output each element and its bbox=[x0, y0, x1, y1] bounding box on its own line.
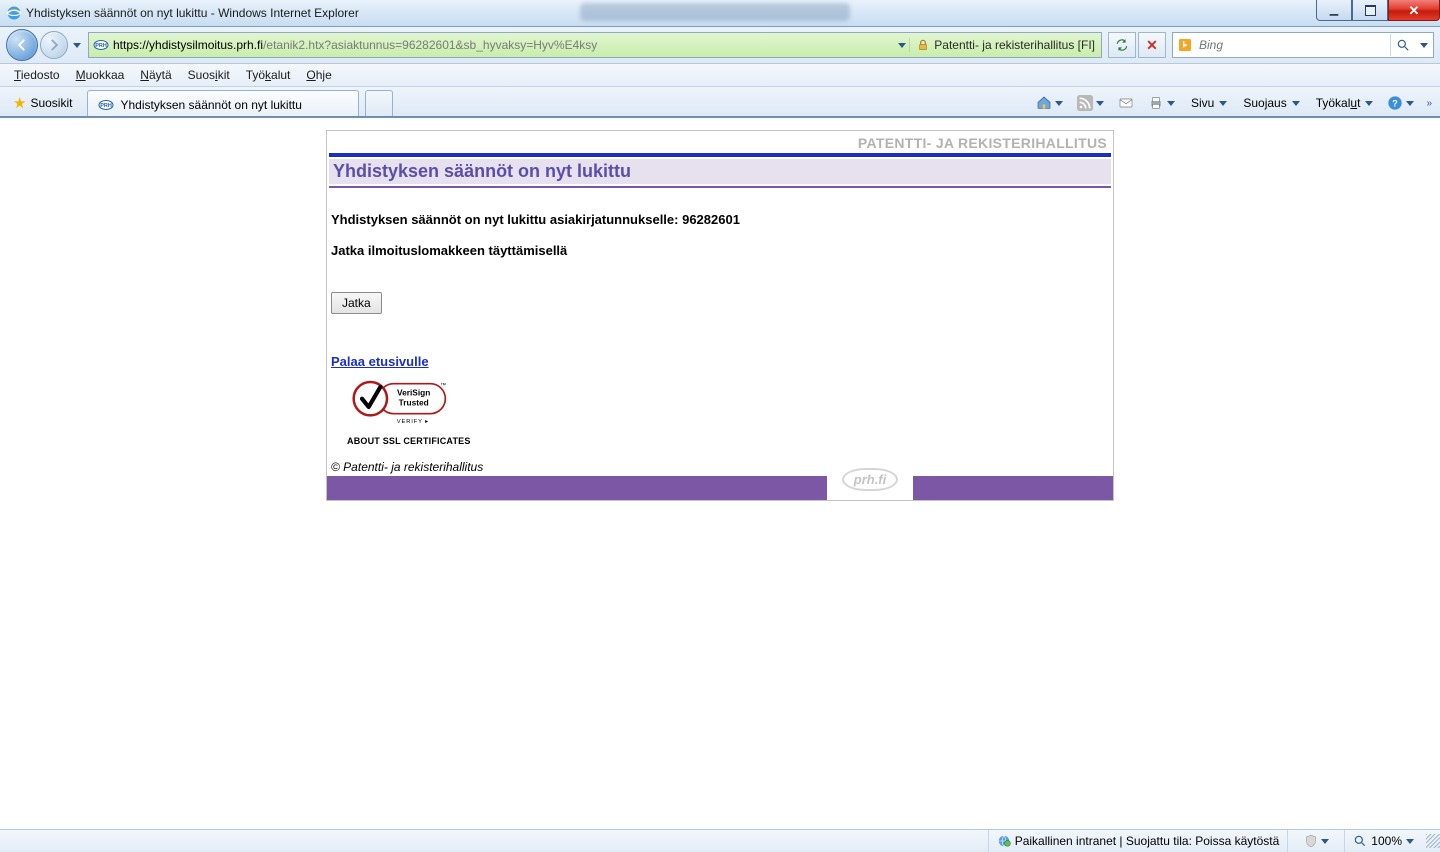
search-input[interactable] bbox=[1197, 37, 1390, 53]
mail-icon bbox=[1118, 95, 1134, 111]
new-tab-button[interactable] bbox=[365, 90, 393, 119]
rss-icon bbox=[1077, 95, 1093, 111]
svg-text:PRH: PRH bbox=[101, 103, 113, 109]
locked-message: Yhdistyksen säännöt on nyt lukittu asiak… bbox=[331, 212, 1109, 229]
org-header: PATENTTI- JA REKISTERIHALLITUS bbox=[327, 131, 1113, 153]
protected-mode-dropdown[interactable] bbox=[1287, 830, 1344, 852]
intranet-icon bbox=[997, 834, 1011, 848]
ie-icon bbox=[6, 5, 22, 21]
blue-rule bbox=[329, 153, 1111, 157]
menu-edit[interactable]: Muokkaa bbox=[68, 66, 133, 84]
status-bar: Paikallinen intranet | Suojattu tila: Po… bbox=[0, 829, 1440, 852]
back-home-link[interactable]: Palaa etusivulle bbox=[331, 354, 429, 369]
svg-text:VERIFY ▸: VERIFY ▸ bbox=[397, 419, 429, 425]
purple-rule bbox=[329, 186, 1111, 188]
verisign-seal[interactable]: VeriSign Trusted VERIFY ▸ ™ bbox=[347, 375, 1109, 432]
toolbar-overflow[interactable]: » bbox=[1422, 98, 1436, 109]
forward-button[interactable] bbox=[40, 31, 68, 59]
back-button[interactable] bbox=[6, 29, 38, 61]
close-button[interactable]: ✕ bbox=[1388, 0, 1440, 21]
read-mail-button[interactable] bbox=[1112, 91, 1140, 115]
minimize-button[interactable]: ▁ bbox=[1316, 0, 1352, 21]
search-bar[interactable] bbox=[1172, 32, 1434, 58]
page-menu[interactable]: Sivu bbox=[1183, 92, 1233, 114]
help-button[interactable]: ? bbox=[1381, 91, 1420, 115]
stop-button[interactable]: ✕ bbox=[1138, 32, 1166, 58]
site-favicon: PRH bbox=[93, 37, 109, 53]
svg-text:PRH: PRH bbox=[95, 43, 107, 49]
refresh-button[interactable] bbox=[1108, 32, 1136, 58]
menu-view[interactable]: Näytä bbox=[132, 66, 179, 84]
zoom-control[interactable]: 100% bbox=[1344, 830, 1422, 852]
ssl-caption[interactable]: ABOUT SSL CERTIFICATES bbox=[347, 436, 1109, 446]
content-card: PATENTTI- JA REKISTERIHALLITUS Yhdistyks… bbox=[326, 130, 1114, 501]
search-provider-dropdown[interactable] bbox=[1415, 43, 1433, 48]
zoom-value: 100% bbox=[1371, 834, 1402, 848]
menu-favorites[interactable]: Suosikit bbox=[180, 66, 238, 84]
svg-text:Trusted: Trusted bbox=[399, 397, 429, 407]
menu-file[interactable]: Tiedosto bbox=[6, 66, 68, 84]
nav-history-dropdown[interactable] bbox=[70, 43, 84, 48]
tools-menu[interactable]: Työkalut bbox=[1308, 92, 1380, 114]
url-dropdown[interactable] bbox=[895, 43, 909, 48]
address-row: PRH https://yhdistysilmoitus.prh.fi/etan… bbox=[0, 27, 1440, 64]
continue-message: Jatka ilmoituslomakkeen täyttämisellä bbox=[331, 243, 1109, 260]
search-go-button[interactable] bbox=[1390, 34, 1415, 56]
address-bar[interactable]: PRH https://yhdistysilmoitus.prh.fi/etan… bbox=[88, 32, 1102, 58]
home-icon bbox=[1036, 95, 1052, 111]
menu-tools[interactable]: Työkalut bbox=[238, 66, 299, 84]
tab-active[interactable]: PRH Yhdistyksen säännöt on nyt lukittu bbox=[87, 90, 359, 119]
svg-text:VeriSign: VeriSign bbox=[397, 387, 430, 397]
safety-menu[interactable]: Suojaus bbox=[1235, 92, 1305, 114]
security-zone[interactable]: Paikallinen intranet | Suojattu tila: Po… bbox=[988, 830, 1288, 852]
zone-text: Paikallinen intranet | Suojattu tila: Po… bbox=[1015, 834, 1280, 848]
favorites-button[interactable]: ★ Suosikit bbox=[4, 90, 81, 116]
continue-button[interactable]: Jatka bbox=[331, 292, 382, 314]
favorites-label: Suosikit bbox=[30, 96, 72, 110]
home-button[interactable] bbox=[1030, 91, 1069, 115]
star-icon: ★ bbox=[13, 94, 26, 112]
window-title: Yhdistyksen säännöt on nyt lukittu - Win… bbox=[26, 6, 359, 20]
url-text: https://yhdistysilmoitus.prh.fi/etanik2.… bbox=[113, 38, 895, 52]
shield-off-icon bbox=[1304, 834, 1318, 848]
bing-icon bbox=[1177, 37, 1193, 53]
feeds-button[interactable] bbox=[1071, 91, 1110, 115]
window-titlebar: Yhdistyksen säännöt on nyt lukittu - Win… bbox=[0, 0, 1440, 27]
tab-favicon: PRH bbox=[98, 97, 114, 113]
help-icon: ? bbox=[1387, 95, 1403, 111]
svg-text:™: ™ bbox=[440, 382, 446, 389]
maximize-button[interactable] bbox=[1352, 0, 1388, 21]
print-button[interactable] bbox=[1142, 91, 1181, 115]
menu-bar: Tiedosto Muokkaa Näytä Suosikit Työkalut… bbox=[0, 64, 1440, 87]
print-icon bbox=[1148, 95, 1164, 111]
tab-title: Yhdistyksen säännöt on nyt lukittu bbox=[120, 98, 301, 112]
lock-icon bbox=[916, 38, 930, 52]
aero-blur-decor bbox=[580, 3, 850, 21]
svg-text:?: ? bbox=[1393, 98, 1399, 108]
resize-grip[interactable] bbox=[1426, 834, 1440, 848]
page-heading: Yhdistyksen säännöt on nyt lukittu bbox=[329, 159, 1111, 184]
menu-help[interactable]: Ohje bbox=[298, 66, 339, 84]
zoom-icon bbox=[1353, 834, 1367, 848]
page-viewport[interactable]: PATENTTI- JA REKISTERIHALLITUS Yhdistyks… bbox=[0, 116, 1440, 830]
copyright: © Patentti- ja rekisterihallitus bbox=[331, 460, 1109, 474]
security-badge[interactable]: Patentti- ja rekisterihallitus [FI] bbox=[909, 38, 1101, 52]
footer-bar: prh.fi bbox=[327, 476, 1113, 500]
prh-logo: prh.fi bbox=[842, 468, 899, 491]
